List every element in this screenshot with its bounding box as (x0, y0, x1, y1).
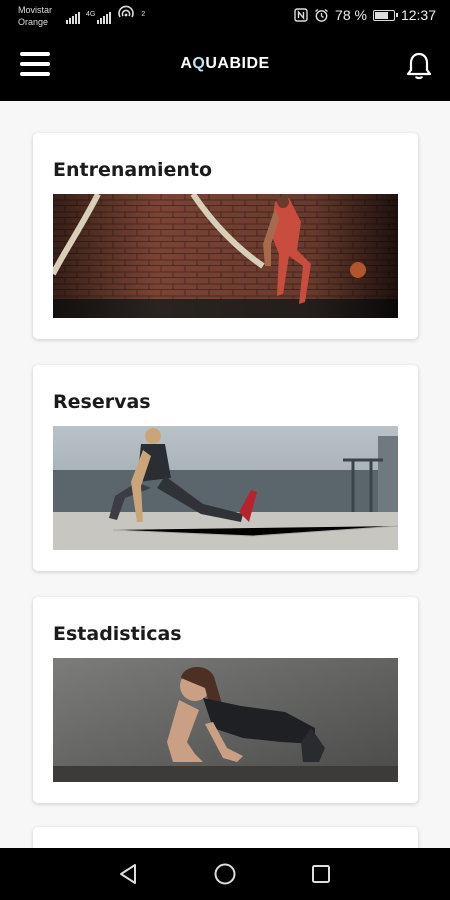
signal-strength-icon (66, 12, 80, 24)
menu-card-list: Entrenamiento Reservas Estadisticas (0, 101, 450, 848)
clock-time: 12:37 (400, 7, 436, 23)
triangle-back-icon (120, 864, 136, 884)
app-header: AQUABIDE (0, 30, 450, 101)
circle-home-icon (214, 863, 236, 885)
status-bar: Movistar Orange 4G 2 78 % 12:37 (0, 0, 450, 30)
notifications-button[interactable] (405, 51, 433, 81)
square-recents-icon (312, 865, 330, 883)
status-right-group: 78 % 12:37 (294, 7, 436, 23)
hotspot-count: 2 (141, 11, 146, 18)
card-partial[interactable] (33, 827, 418, 848)
bell-icon (406, 52, 432, 80)
hotspot-icon (117, 5, 135, 24)
card-title: Estadisticas (53, 623, 182, 645)
stretching-rooftop-image (53, 426, 398, 550)
app-logo: AQUABIDE (0, 55, 450, 73)
logo-text-end: UABIDE (205, 55, 270, 72)
home-button[interactable] (213, 862, 237, 886)
back-button[interactable] (117, 862, 141, 886)
card-title: Reservas (53, 391, 151, 413)
recents-button[interactable] (309, 862, 333, 886)
card-reservas[interactable]: Reservas (33, 365, 418, 571)
card-entrenamiento[interactable]: Entrenamiento (33, 133, 418, 339)
carrier-line-2: Orange (18, 17, 49, 27)
network-type-label: 4G (86, 11, 96, 18)
battery-percent: 78 % (335, 7, 367, 23)
logo-text-start: A (180, 55, 193, 72)
nfc-icon (294, 8, 308, 22)
battery-level-fill (374, 11, 389, 19)
signal-strength-4g-icon: 4G (86, 11, 112, 24)
carrier-names: Movistar Orange (18, 4, 52, 28)
card-title: Entrenamiento (53, 159, 213, 181)
alarm-icon (314, 8, 329, 23)
card-estadisticas[interactable]: Estadisticas (33, 597, 418, 803)
logo-q-accent: Q (192, 55, 206, 72)
battery-icon (372, 9, 398, 21)
system-navigation-bar (0, 848, 450, 900)
carrier-line-1: Movistar (18, 5, 53, 15)
plank-exercise-image (53, 658, 398, 782)
battery-ropes-workout-image (53, 194, 398, 318)
signal-indicators: 4G 2 (66, 5, 146, 24)
